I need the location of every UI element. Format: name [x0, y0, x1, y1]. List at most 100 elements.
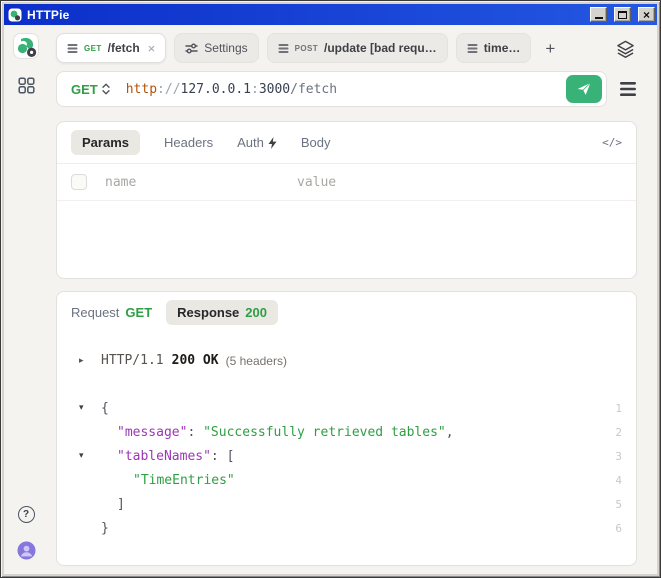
token-str: "Successfully retrieved tables": [203, 425, 446, 440]
paper-plane-icon: [576, 81, 592, 97]
httpie-logo: [13, 33, 39, 59]
send-button[interactable]: [566, 75, 602, 103]
code-line: ]5: [79, 492, 622, 516]
chevron-up-down-icon: [102, 83, 110, 95]
url-card: GET http://127.0.0.1:3000/fetch: [56, 71, 607, 107]
request-options-card: Params Headers Auth Body </> name value: [56, 121, 637, 279]
tab-time[interactable]: time…: [456, 33, 532, 63]
param-checkbox[interactable]: [71, 174, 87, 190]
token-punc: : [: [211, 449, 234, 464]
code-line: ▾"tableNames": [3: [79, 444, 622, 468]
response-body-lines: ▾{1"message": "Successfully retrieved ta…: [79, 396, 622, 540]
url-input[interactable]: http://127.0.0.1:3000/fetch: [126, 82, 566, 97]
url-port-colon: :: [251, 82, 259, 97]
url-host: 127.0.0.1: [181, 82, 251, 97]
tab-params[interactable]: Params: [71, 130, 140, 155]
line-number: 5: [604, 498, 622, 511]
line-number: 2: [604, 426, 622, 439]
tab-auth[interactable]: Auth: [237, 135, 277, 150]
tab-label: time…: [484, 41, 521, 55]
left-rail: ?: [4, 25, 48, 574]
code-content: "message": "Successfully retrieved table…: [101, 425, 604, 440]
layers-icon[interactable]: [616, 39, 637, 58]
user-avatar[interactable]: [17, 541, 36, 560]
response-status-badge: 200: [245, 305, 267, 320]
request-tab-icon: [278, 43, 289, 54]
request-tab-label: Request: [71, 305, 119, 320]
maximize-icon: [618, 11, 627, 19]
line-number: 1: [604, 402, 622, 415]
tab-response[interactable]: Response 200: [166, 300, 278, 325]
headers-summary: (5 headers): [226, 354, 287, 368]
request-bar: GET http://127.0.0.1:3000/fetch: [56, 71, 637, 107]
response-tabs: Request GET Response 200: [57, 292, 636, 333]
window-title: HTTPie: [27, 8, 583, 22]
lightning-bolt-icon: [268, 137, 277, 149]
token-str: "TimeEntries": [133, 473, 235, 488]
url-port: 3000: [259, 82, 290, 97]
tab-label: /update [bad requ…: [324, 41, 437, 55]
new-tab-button[interactable]: +: [539, 40, 561, 57]
response-card: Request GET Response 200 ▸ HTTP/1.1 200 …: [56, 291, 637, 566]
tab-get-fetch[interactable]: GET /fetch ×: [56, 33, 166, 63]
code-line: "TimeEntries"4: [79, 468, 622, 492]
stack-icon[interactable]: [619, 81, 637, 97]
request-options-tabs: Params Headers Auth Body </>: [57, 122, 636, 164]
tab-close-icon[interactable]: ×: [148, 41, 156, 56]
line-number: 3: [604, 450, 622, 463]
tab-auth-label: Auth: [237, 135, 264, 150]
close-button[interactable]: ×: [638, 7, 655, 22]
minimize-icon: [595, 17, 603, 19]
tab-body[interactable]: Body: [301, 135, 331, 150]
close-icon: ×: [643, 9, 650, 21]
code-content: }: [101, 521, 604, 536]
grid-apps-icon[interactable]: [18, 77, 35, 94]
token-key: "tableNames": [117, 449, 211, 464]
tab-method-label: POST: [295, 44, 318, 53]
response-tab-label: Response: [177, 305, 239, 320]
method-selector[interactable]: GET: [71, 82, 110, 97]
response-status-line[interactable]: ▸ HTTP/1.1 200 OK (5 headers): [79, 353, 622, 368]
code-line: }6: [79, 516, 622, 540]
tab-settings[interactable]: Settings: [174, 33, 258, 63]
fold-caret-icon[interactable]: ▾: [79, 403, 101, 413]
token-punc: ,: [446, 425, 454, 440]
app-body: ? GET /fetch × Settings: [4, 25, 657, 574]
request-tab-method: GET: [125, 305, 152, 320]
httpie-titlebar-icon: [8, 8, 22, 22]
code-line: ▾{1: [79, 396, 622, 420]
code-content: ]: [101, 497, 604, 512]
tab-headers[interactable]: Headers: [164, 135, 213, 150]
line-number: 6: [604, 522, 622, 535]
tab-request[interactable]: Request GET: [71, 300, 152, 325]
url-separator: ://: [157, 82, 180, 97]
param-row: name value: [57, 164, 636, 201]
token-key: "message": [117, 425, 187, 440]
protocol-label: HTTP/1.1: [101, 353, 164, 368]
fold-caret-icon[interactable]: ▾: [79, 451, 101, 461]
status-code-label: 200 OK: [172, 353, 219, 368]
param-name-input[interactable]: name: [105, 175, 297, 190]
url-scheme: http: [126, 82, 157, 97]
code-content: "TimeEntries": [101, 473, 604, 488]
token-punc: }: [101, 521, 109, 536]
token-punc: :: [187, 425, 203, 440]
tab-bar: GET /fetch × Settings POST /update [bad …: [48, 25, 637, 69]
request-tab-icon: [67, 43, 78, 54]
settings-sliders-icon: [185, 42, 198, 55]
tab-label: Settings: [204, 41, 247, 55]
main-column: GET /fetch × Settings POST /update [bad …: [48, 25, 657, 574]
code-view-icon[interactable]: </>: [602, 136, 622, 149]
code-content: {: [101, 401, 604, 416]
token-punc: ]: [117, 497, 125, 512]
param-value-input[interactable]: value: [297, 175, 336, 190]
help-icon[interactable]: ?: [18, 506, 35, 523]
maximize-button[interactable]: [614, 7, 631, 22]
collapse-caret-icon[interactable]: ▸: [79, 355, 101, 366]
token-punc: {: [101, 401, 109, 416]
titlebar[interactable]: HTTPie ×: [4, 4, 657, 25]
minimize-button[interactable]: [590, 7, 607, 22]
url-path: /fetch: [290, 82, 337, 97]
code-content: "tableNames": [: [101, 449, 604, 464]
tab-post-update[interactable]: POST /update [bad requ…: [267, 33, 448, 63]
